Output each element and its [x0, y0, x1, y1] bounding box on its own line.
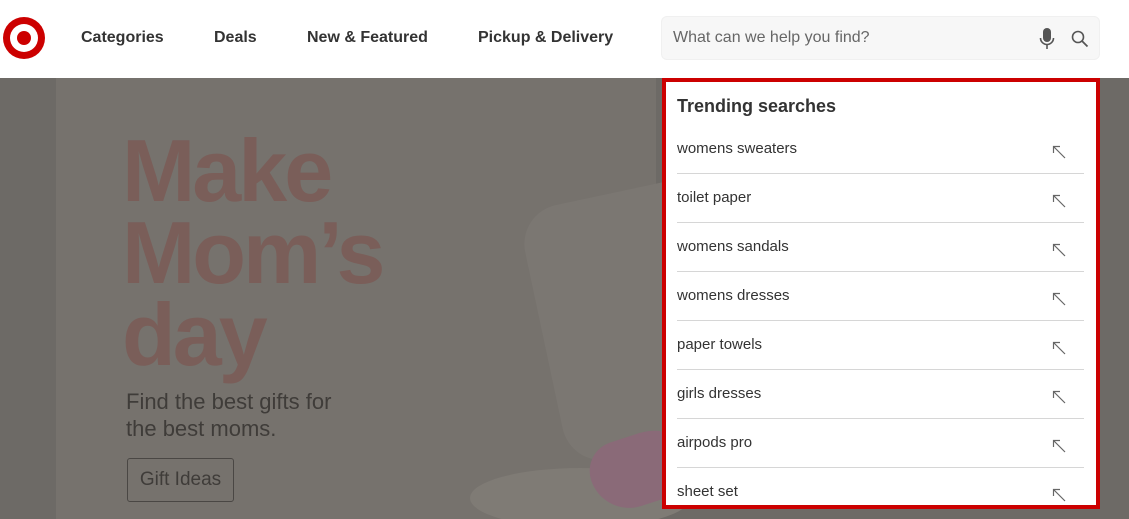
hero-headline-line: Mom’s: [122, 203, 385, 302]
trending-item[interactable]: paper towels: [677, 321, 1084, 370]
microphone-icon[interactable]: [1039, 28, 1055, 50]
site-header: Categories Deals New & Featured Pickup &…: [0, 0, 1129, 78]
arrow-up-left-icon[interactable]: [1051, 242, 1067, 258]
search-input[interactable]: [662, 17, 1032, 59]
trending-item[interactable]: sheet set: [677, 468, 1084, 505]
arrow-up-left-icon[interactable]: [1051, 144, 1067, 160]
trending-item[interactable]: airpods pro: [677, 419, 1084, 468]
hero-headline: Make Mom’s day: [122, 121, 542, 384]
trending-item[interactable]: womens sweaters: [677, 125, 1084, 174]
hero-subtext: Find the best gifts for the best moms.: [126, 388, 426, 442]
trending-searches-title: Trending searches: [677, 96, 837, 116]
arrow-up-left-icon[interactable]: [1051, 193, 1067, 209]
arrow-up-left-icon[interactable]: [1051, 340, 1067, 356]
arrow-up-left-icon[interactable]: [1051, 487, 1067, 503]
trending-item-label: airpods pro: [677, 434, 753, 451]
trending-item-label: womens dresses: [677, 287, 790, 304]
trending-list: womens sweaters toilet paper womens sand…: [677, 125, 1084, 505]
hero-headline-line: Make: [122, 121, 333, 220]
search-icon[interactable]: [1071, 30, 1089, 48]
arrow-up-left-icon[interactable]: [1051, 389, 1067, 405]
gift-ideas-button[interactable]: Gift Ideas: [127, 458, 234, 502]
trending-item[interactable]: girls dresses: [677, 370, 1084, 419]
trending-searches-dropdown: Trending searches womens sweaters toilet…: [662, 78, 1100, 509]
hero-headline-line: day: [122, 285, 268, 384]
trending-item-label: toilet paper: [677, 189, 752, 206]
trending-item-label: sheet set: [677, 483, 738, 500]
hero-subtext-line: the best moms.: [126, 416, 277, 441]
trending-item-label: womens sweaters: [677, 140, 798, 157]
nav-deals[interactable]: Deals: [214, 29, 257, 47]
trending-item-label: womens sandals: [677, 238, 789, 255]
nav-pickup-delivery[interactable]: Pickup & Delivery: [478, 29, 613, 47]
trending-item-label: paper towels: [677, 336, 763, 353]
nav-categories[interactable]: Categories: [81, 29, 164, 47]
trending-item[interactable]: toilet paper: [677, 174, 1084, 223]
trending-item-label: girls dresses: [677, 385, 762, 402]
trending-item[interactable]: womens dresses: [677, 272, 1084, 321]
trending-item[interactable]: womens sandals: [677, 223, 1084, 272]
nav-new-featured[interactable]: New & Featured: [307, 29, 428, 47]
hero-subtext-line: Find the best gifts for: [126, 389, 332, 414]
arrow-up-left-icon[interactable]: [1051, 291, 1067, 307]
search-bar: [661, 16, 1100, 60]
target-logo-icon[interactable]: [3, 17, 45, 59]
arrow-up-left-icon[interactable]: [1051, 438, 1067, 454]
